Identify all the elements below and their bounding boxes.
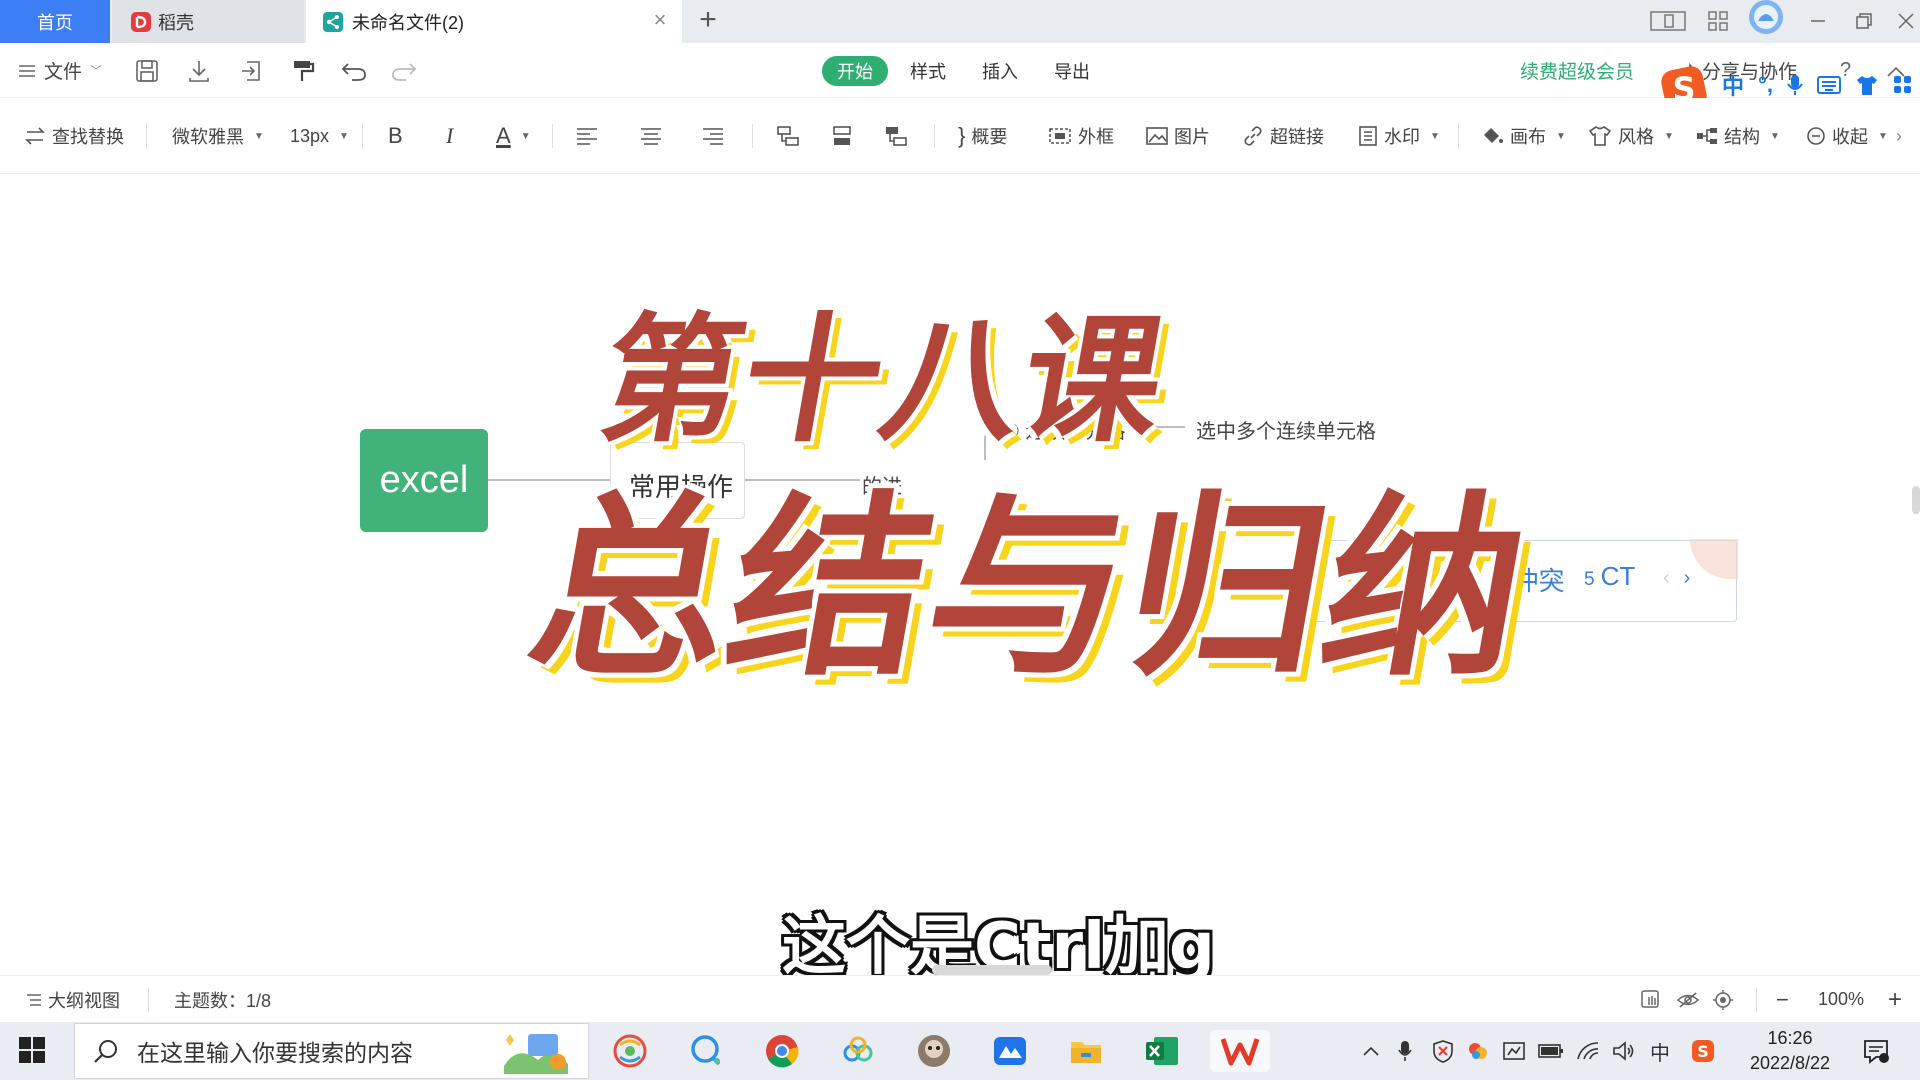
tray-expand-icon[interactable]	[1362, 1037, 1380, 1065]
tray-screenshot-icon[interactable]	[1502, 1037, 1526, 1065]
root-topic-node[interactable]: excel	[360, 429, 488, 532]
popup-decoration	[1690, 539, 1738, 579]
tray-battery-icon[interactable]	[1538, 1037, 1564, 1065]
hand-icon	[1641, 989, 1659, 1008]
app-meeting-icon[interactable]	[988, 1030, 1032, 1072]
clock-date: 2022/8/22	[1749, 1053, 1831, 1073]
status-bar: 大纲视图 主题数：1/8 − 100% +	[0, 975, 1920, 1022]
wps-icon[interactable]	[1210, 1030, 1270, 1072]
candidate-text: CT	[1600, 561, 1636, 591]
headline-summary: 总结与归纳	[514, 475, 1546, 703]
tray-shield-icon[interactable]	[1432, 1037, 1454, 1065]
tray-sogou-icon[interactable]: S	[1690, 1037, 1716, 1065]
zoom-in-button[interactable]: +	[1888, 976, 1902, 1023]
svg-text:S: S	[1697, 1042, 1709, 1061]
vertical-scrollbar[interactable]	[1912, 486, 1920, 514]
windows-logo-icon	[19, 1037, 45, 1063]
eye-off-button[interactable]	[1676, 976, 1700, 1023]
taskbar-clock[interactable]: 16:26 2022/8/22	[1730, 1026, 1850, 1076]
search-icon	[94, 1040, 117, 1063]
locate-button[interactable]	[1712, 976, 1734, 1023]
zoom-level[interactable]: 100%	[1818, 976, 1864, 1023]
chevron-right-icon[interactable]: ›	[1684, 567, 1691, 590]
horizontal-scrollbar[interactable]	[932, 965, 1052, 975]
tray-wifi-icon[interactable]	[1576, 1037, 1600, 1065]
windows-taskbar: 在这里输入你要搜索的内容 中 S 16:26 2022/8/22	[0, 1022, 1920, 1080]
app-avatar-icon[interactable]	[912, 1030, 956, 1072]
excel-icon[interactable]	[1140, 1030, 1184, 1072]
clock-time: 16:26	[1767, 1028, 1813, 1048]
zoom-out-button[interactable]: −	[1776, 976, 1789, 1023]
tray-game-icon[interactable]	[1466, 1037, 1490, 1065]
outline-view-label: 大纲视图	[48, 990, 120, 1011]
candidate-item[interactable]: 5 CT	[1584, 561, 1635, 592]
search-highlight-icon	[504, 1034, 568, 1074]
app-chat-icon[interactable]	[684, 1030, 728, 1072]
chevron-left-icon[interactable]: ‹	[1663, 567, 1670, 590]
chrome-icon[interactable]	[760, 1030, 804, 1072]
notification-icon[interactable]	[1862, 1037, 1890, 1065]
topic-count: 主题数：1/8	[174, 990, 272, 1011]
app-cloud-icon[interactable]	[836, 1030, 880, 1072]
app-browser-icon[interactable]	[608, 1030, 652, 1072]
root-topic-label: excel	[379, 459, 469, 501]
file-explorer-icon[interactable]	[1064, 1030, 1108, 1072]
hand-tool-button[interactable]	[1640, 976, 1662, 1023]
windows-start-button[interactable]	[18, 1036, 46, 1064]
candidate-pager: ‹ ›	[1663, 567, 1690, 590]
candidate-number: 5	[1584, 569, 1595, 590]
tray-mic-icon[interactable]	[1398, 1037, 1412, 1065]
taskbar-search-box[interactable]: 在这里输入你要搜索的内容	[74, 1023, 589, 1079]
locate-icon	[1713, 989, 1733, 1010]
eye-off-icon	[1676, 991, 1700, 1008]
tray-ime-indicator[interactable]: 中	[1650, 1037, 1670, 1065]
outline-view-button[interactable]: 大纲视图	[26, 976, 120, 1023]
outline-icon	[27, 993, 41, 1006]
tray-volume-icon[interactable]	[1612, 1037, 1636, 1065]
search-placeholder: 在这里输入你要搜索的内容	[137, 1040, 413, 1066]
